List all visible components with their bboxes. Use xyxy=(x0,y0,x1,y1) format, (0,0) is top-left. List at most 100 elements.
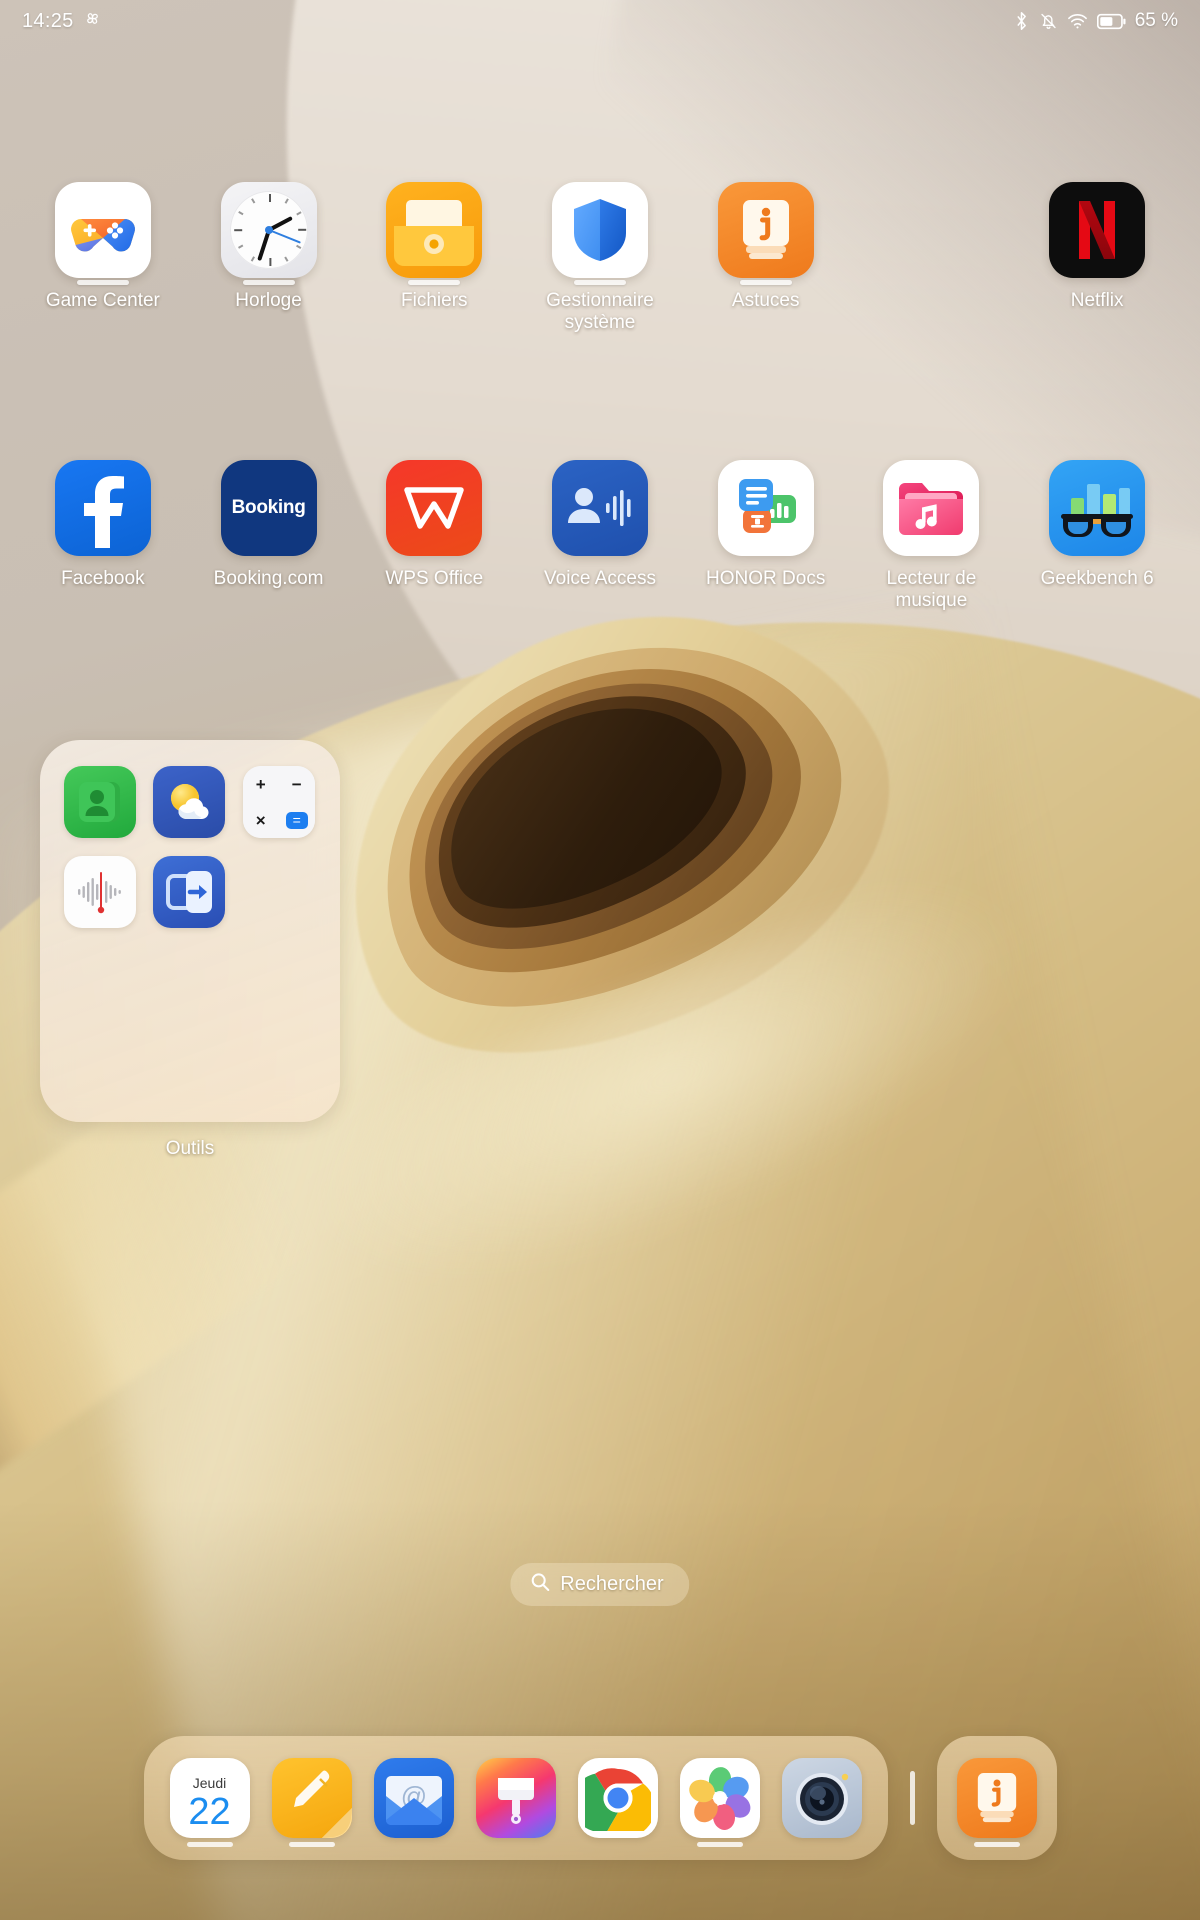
netflix-icon xyxy=(1049,182,1146,278)
app-geekbench[interactable]: Geekbench 6 xyxy=(1014,460,1180,613)
dock-item-galerie[interactable] xyxy=(679,1758,760,1847)
battery-icon xyxy=(1096,13,1126,30)
status-clock: 14:25 xyxy=(22,9,74,32)
app-label: Lecteur de musique xyxy=(886,568,977,612)
game-center-icon xyxy=(54,182,151,278)
dock-item-chrome[interactable] xyxy=(577,1758,658,1838)
recent-app-container xyxy=(936,1736,1057,1860)
install-indicator xyxy=(242,280,295,285)
bluetooth-icon xyxy=(1013,11,1030,31)
gallery-icon xyxy=(679,1758,760,1838)
pinwheel-icon xyxy=(83,9,102,33)
tips-info-icon xyxy=(717,182,814,278)
wifi-icon xyxy=(1067,12,1088,30)
app-honor-docs[interactable]: HONOR Docs xyxy=(683,460,849,613)
phone-clone-icon[interactable] xyxy=(153,856,226,928)
voice-access-icon xyxy=(551,460,648,556)
dock-item-calendrier[interactable]: Jeudi 22 xyxy=(169,1758,250,1847)
facebook-icon xyxy=(54,460,151,556)
app-label: WPS Office xyxy=(385,568,484,589)
chrome-icon xyxy=(577,1758,658,1838)
themes-brush-icon xyxy=(475,1758,556,1838)
install-indicator xyxy=(739,280,792,285)
dock-item-appareil-photo[interactable] xyxy=(781,1758,862,1838)
app-voice-access[interactable]: Voice Access xyxy=(517,460,683,613)
app-label: Booking.com xyxy=(213,568,324,589)
folder-icon-grid: + − × = xyxy=(64,766,316,928)
booking-wordmark: Booking xyxy=(231,497,306,518)
app-row-1: Game Center Horloge Fichiers Gestionnair… xyxy=(0,182,1200,335)
wps-office-icon xyxy=(386,460,483,556)
app-row-2: Facebook Booking Booking.com WPS Office xyxy=(0,460,1200,613)
battery-percent: 65 % xyxy=(1134,10,1178,31)
dock-area: Jeudi 22 @ xyxy=(0,1736,1200,1860)
search-placeholder: Rechercher xyxy=(560,1573,664,1595)
app-slot-empty xyxy=(849,182,1015,335)
app-label: Astuces xyxy=(731,290,800,311)
app-wps-office[interactable]: WPS Office xyxy=(351,460,517,613)
dock: Jeudi 22 @ xyxy=(143,1736,888,1860)
app-horloge[interactable]: Horloge xyxy=(186,182,352,335)
app-fichiers[interactable]: Fichiers xyxy=(351,182,517,335)
calc-key-equals: = xyxy=(285,811,308,829)
app-label: Game Center xyxy=(45,290,160,311)
voice-recorder-icon[interactable] xyxy=(64,856,136,928)
status-bar: 14:25 65 % xyxy=(0,0,1200,42)
calendar-icon: Jeudi 22 xyxy=(169,1758,250,1838)
calculator-keypad: + − × = xyxy=(242,766,315,838)
camera-icon xyxy=(781,1758,862,1838)
app-label: Voice Access xyxy=(544,568,656,589)
app-label: Horloge xyxy=(235,290,302,311)
install-indicator xyxy=(288,1842,335,1847)
clock-face xyxy=(229,191,308,269)
app-astuces[interactable]: Astuces xyxy=(683,182,849,335)
install-indicator xyxy=(696,1842,743,1847)
dock-divider xyxy=(909,1771,915,1825)
status-bar-right: 65 % xyxy=(1013,10,1178,32)
search-bar[interactable]: Rechercher xyxy=(510,1563,690,1606)
install-indicator xyxy=(573,280,626,285)
calc-key-plus: + xyxy=(255,774,266,794)
dock-item-bloc-notes[interactable] xyxy=(271,1758,352,1847)
app-netflix[interactable]: Netflix xyxy=(1014,182,1180,335)
calculator-icon[interactable]: + − × = xyxy=(242,766,315,838)
install-indicator xyxy=(76,280,129,285)
booking-icon: Booking xyxy=(220,460,317,556)
recent-item-astuces[interactable] xyxy=(956,1758,1037,1847)
app-label: Geekbench 6 xyxy=(1040,568,1154,589)
app-label: Facebook xyxy=(61,568,145,589)
calendar-weekday: Jeudi xyxy=(192,1774,227,1791)
files-icon xyxy=(386,182,483,278)
music-player-icon xyxy=(883,460,980,556)
bell-muted-icon xyxy=(1039,11,1058,31)
app-label: Netflix xyxy=(1070,290,1124,311)
tips-info-icon xyxy=(956,1758,1037,1838)
search-icon xyxy=(530,1572,550,1597)
contacts-icon[interactable] xyxy=(64,766,136,838)
app-label: Fichiers xyxy=(401,290,468,311)
honor-docs-icon xyxy=(717,460,814,556)
dock-item-themes[interactable] xyxy=(475,1758,556,1838)
calc-key-multiply: × xyxy=(255,810,266,830)
system-manager-shield-icon xyxy=(551,182,648,278)
email-icon: @ xyxy=(373,1758,454,1838)
app-game-center[interactable]: Game Center xyxy=(20,182,186,335)
notes-icon xyxy=(271,1758,352,1838)
calc-key-minus: − xyxy=(291,774,302,794)
weather-icon[interactable] xyxy=(153,766,226,838)
app-facebook[interactable]: Facebook xyxy=(20,460,186,613)
install-indicator xyxy=(186,1842,233,1847)
geekbench-icon xyxy=(1049,460,1146,556)
folder-preview-box[interactable]: + − × = xyxy=(40,740,340,1122)
install-indicator xyxy=(408,280,461,285)
clock-icon xyxy=(220,182,317,278)
folder-outils[interactable]: + − × = Outils xyxy=(40,740,340,1160)
app-label: HONOR Docs xyxy=(706,568,826,589)
app-lecteur-musique[interactable]: Lecteur de musique xyxy=(849,460,1015,613)
status-bar-left: 14:25 xyxy=(22,9,102,33)
dock-item-email[interactable]: @ xyxy=(373,1758,454,1838)
home-screen: Game Center Horloge Fichiers Gestionnair… xyxy=(0,0,1200,1920)
calendar-date: 22 xyxy=(188,1790,231,1833)
app-gestionnaire-systeme[interactable]: Gestionnaire système xyxy=(517,182,683,335)
app-booking[interactable]: Booking Booking.com xyxy=(186,460,352,613)
